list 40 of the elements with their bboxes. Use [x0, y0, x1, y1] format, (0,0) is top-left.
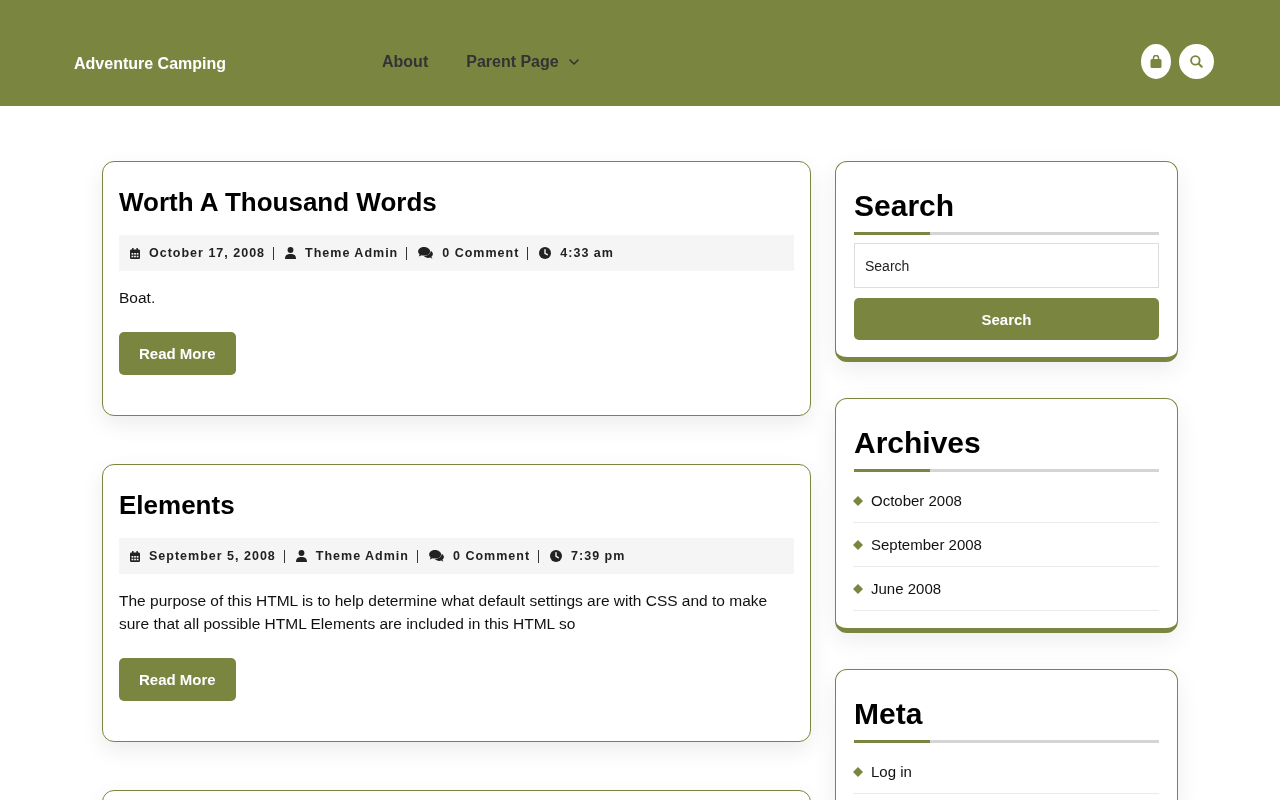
post-excerpt: Boat. [119, 288, 157, 308]
post-date: September 5, 2008 [149, 549, 276, 563]
diamond-icon [853, 539, 863, 550]
user-icon [285, 247, 297, 259]
site-title[interactable]: Adventure Camping [74, 55, 226, 73]
sidebar-link[interactable]: October 2008 [871, 492, 962, 509]
search-field[interactable]: Search [854, 243, 1159, 288]
post-time: 4:33 am [560, 246, 614, 260]
bag-icon [1150, 55, 1162, 68]
post-title[interactable]: Worth A Thousand Words [119, 184, 437, 220]
comment-count: 0 Comment [442, 246, 520, 260]
search-icon [1190, 55, 1203, 68]
search-button[interactable] [1179, 44, 1214, 79]
post-excerpt: The purpose of this HTML is to help determine what default settings are with CSS and to make sure that all possible HTML Elements are included in this HTML so [119, 591, 769, 634]
diamond-icon [853, 766, 863, 777]
diamond-icon [853, 583, 863, 594]
calendar-icon [130, 550, 140, 562]
post-time: 7:39 pm [571, 549, 626, 563]
comment-count: 0 Comment [453, 549, 531, 563]
post-date: October 17, 2008 [149, 246, 266, 260]
sidebar-link[interactable]: June 2008 [871, 580, 942, 597]
comments-icon [418, 247, 434, 259]
clock-icon [539, 247, 552, 259]
read-more-button[interactable]: Read More [119, 658, 236, 701]
post-title[interactable]: Elements [119, 487, 235, 523]
diamond-icon [853, 495, 863, 506]
sidebar-link[interactable]: Log in [871, 763, 912, 780]
search-submit-button[interactable]: Search [854, 298, 1159, 340]
sidebar-link[interactable]: September 2008 [871, 536, 982, 553]
calendar-icon [130, 247, 140, 259]
clock-icon [550, 550, 563, 562]
widget-title: Meta [854, 696, 923, 732]
widget-title: Archives [854, 425, 981, 461]
user-icon [295, 550, 307, 562]
bag-button[interactable] [1141, 44, 1171, 79]
read-more-button[interactable]: Read More [119, 332, 236, 375]
comments-icon [429, 550, 444, 562]
post-author: Theme Admin [305, 246, 399, 260]
post-author: Theme Admin [315, 549, 409, 563]
widget-title: Search [854, 188, 955, 224]
